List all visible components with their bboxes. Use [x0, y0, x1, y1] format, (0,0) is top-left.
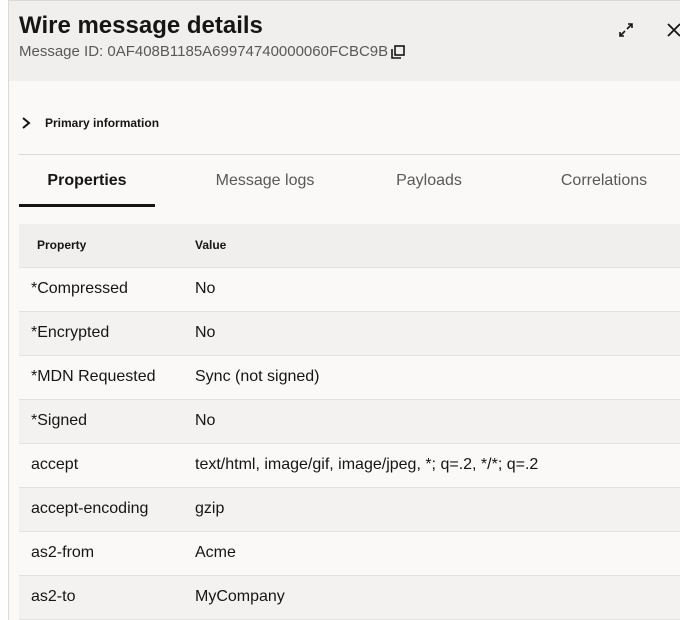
table-row[interactable]: *Compressed No	[19, 268, 680, 312]
table-row[interactable]: *MDN Requested Sync (not signed)	[19, 356, 680, 400]
property-cell: as2-to	[31, 588, 76, 605]
close-icon[interactable]	[665, 21, 680, 39]
property-cell: accept-encoding	[31, 500, 149, 517]
property-cell: *MDN Requested	[31, 368, 156, 385]
table-header: Property Value	[19, 224, 680, 268]
primary-information-toggle[interactable]: Primary information	[19, 111, 159, 135]
value-cell: No	[195, 324, 216, 341]
tab-bar: Properties Message logs Payloads Correla…	[19, 155, 680, 209]
wire-message-details-panel: Wire message details Message ID: 0AF408B…	[8, 0, 680, 620]
panel-header: Wire message details Message ID: 0AF408B…	[9, 1, 680, 81]
page-title: Wire message details	[19, 12, 263, 39]
value-cell: No	[195, 280, 216, 297]
chevron-right-icon	[19, 116, 33, 130]
property-cell: as2-from	[31, 544, 95, 561]
value-cell: No	[195, 412, 216, 429]
message-id: Message ID: 0AF408B1185A69974740000060FC…	[19, 43, 389, 60]
table-row[interactable]: *Signed No	[19, 400, 680, 444]
table-row[interactable]: accept-encoding gzip	[19, 488, 680, 532]
value-cell: text/html, image/gif, image/jpeg, *; q=.…	[195, 456, 539, 473]
table-row[interactable]: accept text/html, image/gif, image/jpeg,…	[19, 444, 680, 488]
expand-icon[interactable]	[617, 21, 635, 39]
primary-information-label: Primary information	[45, 116, 160, 130]
table-row[interactable]: as2-to MyCompany	[19, 576, 680, 620]
properties-table: Property Value *Compressed No *Encrypted…	[19, 224, 680, 620]
tab-payloads[interactable]: Payloads	[369, 155, 489, 209]
copy-icon[interactable]	[391, 45, 405, 59]
tab-correlations[interactable]: Correlations	[539, 155, 669, 209]
table-row[interactable]: as2-from Acme	[19, 532, 680, 576]
property-cell: accept	[31, 456, 79, 473]
column-header-value: Value	[195, 238, 227, 252]
property-cell: *Encrypted	[31, 324, 110, 341]
property-cell: *Signed	[31, 412, 88, 429]
message-id-row: Message ID: 0AF408B1185A69974740000060FC…	[19, 42, 405, 62]
value-cell: gzip	[195, 500, 225, 517]
value-cell: Sync (not signed)	[195, 368, 320, 385]
column-header-property: Property	[37, 238, 87, 252]
property-cell: *Compressed	[31, 280, 128, 297]
value-cell: MyCompany	[195, 588, 285, 605]
tab-message-logs[interactable]: Message logs	[197, 155, 333, 209]
tab-properties[interactable]: Properties	[19, 155, 155, 209]
value-cell: Acme	[195, 544, 236, 561]
table-row[interactable]: *Encrypted No	[19, 312, 680, 356]
